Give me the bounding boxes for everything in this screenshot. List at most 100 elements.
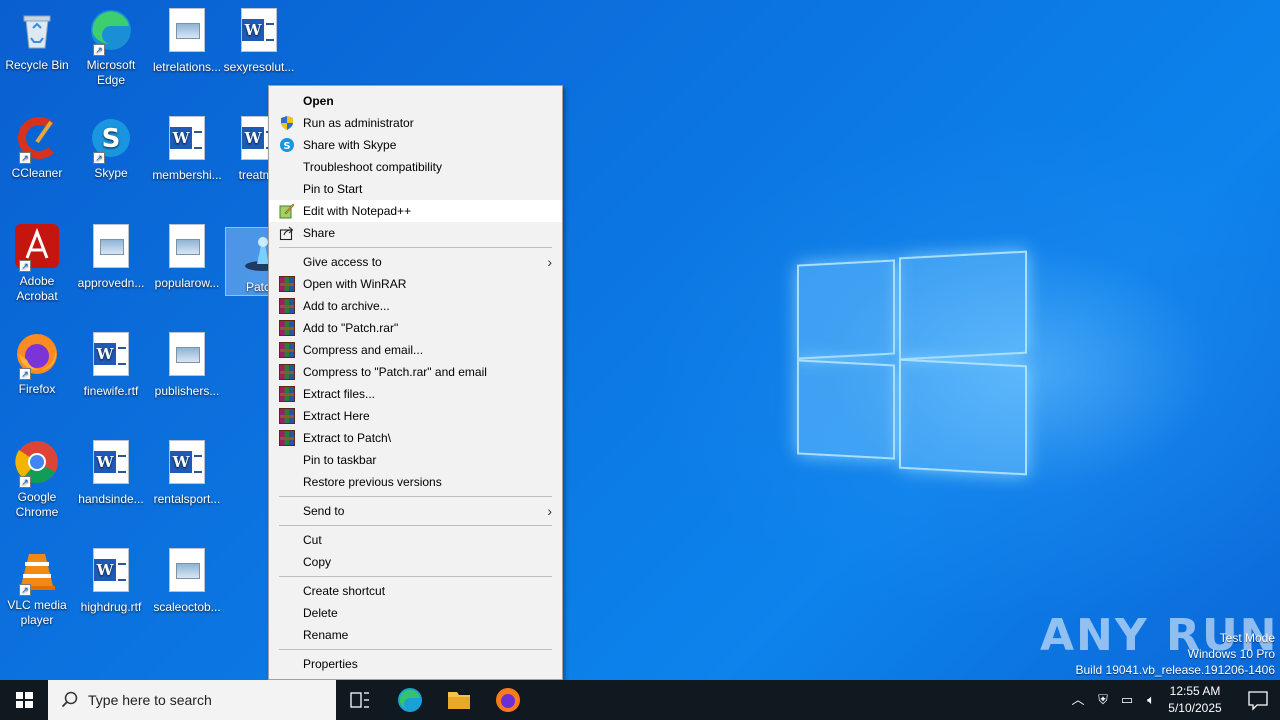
shortcut-arrow-icon: ↗	[93, 44, 105, 56]
menu-item-extract-to-patch[interactable]: Extract to Patch\	[269, 427, 562, 449]
build-label: Build 19041.vb_release.191206-1406	[1075, 663, 1276, 677]
desktop-icon-label: finewife.rtf	[83, 384, 139, 398]
desktop-icon-label: scaleoctob...	[153, 600, 221, 614]
desktop-icon[interactable]: approvedn...	[74, 222, 148, 291]
skype-icon: S	[279, 137, 295, 153]
task-view-button[interactable]	[336, 680, 384, 720]
desktop-icon-glyph	[87, 224, 135, 272]
menu-item-run-as-administrator[interactable]: Run as administrator	[269, 112, 562, 134]
word-document-icon: W	[93, 440, 129, 484]
desktop-icon[interactable]: scaleoctob...	[150, 546, 224, 615]
menu-item-extract-here[interactable]: Extract Here	[269, 405, 562, 427]
desktop-icon-label: publishers...	[154, 384, 220, 398]
menu-item-compress-to-patch-rar-and-email[interactable]: Compress to "Patch.rar" and email	[269, 361, 562, 383]
submenu-chevron-right-icon: ›	[547, 254, 552, 270]
desktop-icon[interactable]: Wfinewife.rtf	[74, 330, 148, 399]
menu-item-send-to[interactable]: Send to ›	[269, 500, 562, 522]
desktop-icon-label: VLC media player	[7, 598, 67, 627]
menu-item-cut[interactable]: Cut	[269, 529, 562, 551]
edge-icon	[398, 688, 422, 712]
desktop-icon[interactable]: ↗ Microsoft Edge	[74, 6, 148, 88]
desktop-icon-label: CCleaner	[11, 166, 63, 180]
desktop-icon[interactable]: Whighdrug.rtf	[74, 546, 148, 615]
desktop-icon-glyph: W	[163, 116, 211, 164]
desktop-icon-glyph: W	[87, 548, 135, 596]
menu-item-label: Run as administrator	[303, 116, 414, 130]
volume-icon[interactable]: 🔈︎	[1141, 690, 1161, 710]
desktop-icon[interactable]: publishers...	[150, 330, 224, 399]
security-tray-icon[interactable]: ⛨	[1093, 690, 1113, 710]
menu-item-label: Extract to Patch\	[303, 431, 392, 445]
desktop-icon[interactable]: ↗ Google Chrome	[0, 438, 74, 520]
desktop-icon-label: Recycle Bin	[5, 58, 69, 72]
clock-time: 12:55 AM	[1169, 684, 1221, 698]
menu-item-copy[interactable]: Copy	[269, 551, 562, 573]
desktop-icon[interactable]: Recycle Bin	[0, 6, 74, 73]
desktop-icon-glyph: ↗	[13, 546, 61, 596]
desktop-icon[interactable]: Wmembershi...	[150, 114, 224, 183]
menu-item-share-with-skype[interactable]: S Share with Skype	[269, 134, 562, 156]
desktop-icon[interactable]: ↗ Adobe Acrobat	[0, 222, 74, 304]
menu-item-edit-with-notepad[interactable]: Edit with Notepad++	[269, 200, 562, 222]
taskbar-file-explorer-button[interactable]	[435, 680, 483, 720]
desktop-icon[interactable]: ↗ CCleaner	[0, 114, 74, 181]
word-document-icon: W	[169, 440, 205, 484]
menu-item-add-to-patch-rar[interactable]: Add to "Patch.rar"	[269, 317, 562, 339]
desktop-icon[interactable]: Whandsinde...	[74, 438, 148, 507]
menu-item-label: Extract files...	[303, 387, 376, 401]
menu-item-pin-to-taskbar[interactable]: Pin to taskbar	[269, 449, 562, 471]
desktop-icon[interactable]: popularow...	[150, 222, 224, 291]
menu-item-compress-and-email[interactable]: Compress and email...	[269, 339, 562, 361]
menu-item-delete[interactable]: Delete	[269, 602, 562, 624]
menu-item-open[interactable]: Open	[269, 90, 562, 112]
menu-item-share[interactable]: Share	[269, 222, 562, 244]
desktop-icon[interactable]: Wsexyresolut...	[222, 6, 296, 75]
menu-item-troubleshoot-compatibility[interactable]: Troubleshoot compatibility	[269, 156, 562, 178]
menu-item-pin-to-start[interactable]: Pin to Start	[269, 178, 562, 200]
menu-item-extract-files[interactable]: Extract files...	[269, 383, 562, 405]
taskbar-search-box[interactable]: Type here to search	[48, 680, 336, 720]
taskbar-firefox-button[interactable]	[484, 680, 532, 720]
menu-item-label: Open with WinRAR	[303, 277, 407, 291]
task-view-icon	[350, 692, 369, 708]
show-hidden-icons-chevron-icon[interactable]: ︿	[1068, 690, 1088, 710]
menu-item-properties[interactable]: Properties	[269, 653, 562, 675]
desktop-icon[interactable]: ↗ VLC media player	[0, 546, 74, 628]
menu-item-restore-previous-versions[interactable]: Restore previous versions	[269, 471, 562, 493]
menu-item-rename[interactable]: Rename	[269, 624, 562, 646]
desktop-icon-label: approvedn...	[77, 276, 145, 290]
action-center-button[interactable]	[1236, 680, 1280, 720]
menu-item-create-shortcut[interactable]: Create shortcut	[269, 580, 562, 602]
menu-separator	[279, 576, 552, 577]
menu-item-add-to-archive[interactable]: Add to archive...	[269, 295, 562, 317]
menu-item-give-access-to[interactable]: Give access to ›	[269, 251, 562, 273]
image-file-icon	[169, 548, 205, 592]
menu-item-open-with-winrar[interactable]: Open with WinRAR	[269, 273, 562, 295]
desktop-icon-glyph: ↗	[13, 222, 61, 272]
image-file-icon	[169, 8, 205, 52]
taskbar: Type here to search ︿ ⛨ ▭ 🔈︎ 12:55 AM 5/…	[0, 680, 1280, 720]
desktop-icon[interactable]: S ↗ Skype	[74, 114, 148, 181]
test-mode-label: Test Mode	[1219, 631, 1275, 645]
start-button[interactable]	[0, 680, 48, 720]
desktop-icon[interactable]: Wrentalsport...	[150, 438, 224, 507]
desktop-icon-glyph: W	[235, 8, 283, 56]
svg-text:S: S	[102, 124, 121, 154]
network-icon[interactable]: ▭	[1117, 690, 1137, 710]
share-icon	[279, 225, 295, 241]
menu-item-label: Share	[303, 226, 336, 240]
shortcut-arrow-icon: ↗	[19, 368, 31, 380]
menu-item-label: Pin to Start	[303, 182, 363, 196]
taskbar-edge-button[interactable]	[386, 680, 434, 720]
desktop-icon[interactable]: letrelations...	[150, 6, 224, 75]
desktop-icon-glyph	[163, 224, 211, 272]
desktop-icon-label: Google Chrome	[15, 490, 59, 519]
menu-item-label: Add to archive...	[303, 299, 390, 313]
system-clock[interactable]: 12:55 AM 5/10/2025	[1165, 683, 1225, 717]
desktop-icon-glyph	[163, 548, 211, 596]
word-document-icon: W	[93, 332, 129, 376]
desktop-icon[interactable]: ↗ Firefox	[0, 330, 74, 397]
desktop-icon-glyph: W	[87, 440, 135, 488]
desktop-icon-label: popularow...	[154, 276, 220, 290]
windows-edition-label: Windows 10 Pro	[1187, 647, 1275, 661]
